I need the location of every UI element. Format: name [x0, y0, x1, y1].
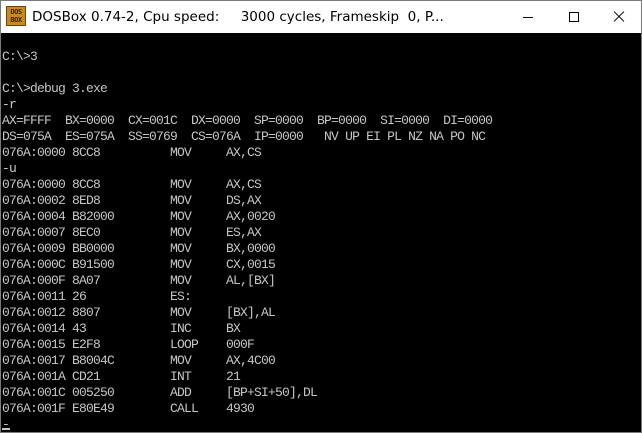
minimize-button[interactable] — [505, 1, 551, 33]
text-cursor — [2, 428, 10, 430]
console-line: 076A:0011 26 ES: — [2, 289, 192, 304]
title-bar[interactable]: DOS BOX DOSBox 0.74-2, Cpu speed: 3000 c… — [1, 1, 641, 33]
console-line: 076A:0000 8CC8 MOV AX,CS — [2, 145, 262, 160]
maximize-icon — [569, 12, 579, 22]
close-button[interactable] — [597, 1, 641, 33]
console-line: 076A:0004 B82000 MOV AX,0020 — [2, 209, 276, 224]
console-line: 076A:001A CD21 INT 21 — [2, 369, 241, 384]
console-line: 076A:001F E80E49 CALL 4930 — [2, 401, 255, 416]
console-line: C:\>3 — [2, 49, 38, 64]
console-line: 076A:0017 B8004C MOV AX,4C00 — [2, 353, 276, 368]
close-icon — [613, 11, 625, 23]
console-line: DS=075A ES=075A SS=0769 CS=076A IP=0000 … — [2, 129, 486, 144]
dosbox-app-icon[interactable]: DOS BOX — [6, 6, 26, 26]
app-icon-text-top: DOS — [10, 8, 22, 16]
maximize-button[interactable] — [551, 1, 597, 33]
console-line: 076A:0002 8ED8 MOV DS,AX — [2, 193, 262, 208]
console-line: 076A:001C 005250 ADD [BP+SI+50],DL — [2, 385, 318, 400]
window-title: DOSBox 0.74-2, Cpu speed: 3000 cycles, F… — [32, 9, 444, 25]
console-line: -u — [2, 161, 17, 176]
minimize-icon — [523, 17, 533, 18]
console-line: 076A:000F 8A07 MOV AL,[BX] — [2, 273, 276, 288]
console-line: 076A:0009 BB0000 MOV BX,0000 — [2, 241, 276, 256]
console-line: 076A:0012 8807 MOV [BX],AL — [2, 305, 276, 320]
console-line: -r — [2, 97, 17, 112]
console-line: AX=FFFF BX=0000 CX=001C DX=0000 SP=0000 … — [2, 113, 493, 128]
console-line: 076A:000C B91500 MOV CX,0015 — [2, 257, 276, 272]
dos-console-screen[interactable]: C:\>3 C:\>debug 3.exe -r AX=FFFF BX=0000… — [1, 33, 641, 432]
console-line: 076A:0007 8EC0 MOV ES,AX — [2, 225, 262, 240]
app-icon-text-bottom: BOX — [10, 16, 22, 24]
console-line: 076A:0014 43 INC BX — [2, 321, 241, 336]
console-line: 076A:0000 8CC8 MOV AX,CS — [2, 177, 262, 192]
console-line: C:\>debug 3.exe — [2, 81, 108, 96]
dosbox-window: DOS BOX DOSBox 0.74-2, Cpu speed: 3000 c… — [0, 0, 642, 433]
console-line: 076A:0015 E2F8 LOOP 000F — [2, 337, 255, 352]
